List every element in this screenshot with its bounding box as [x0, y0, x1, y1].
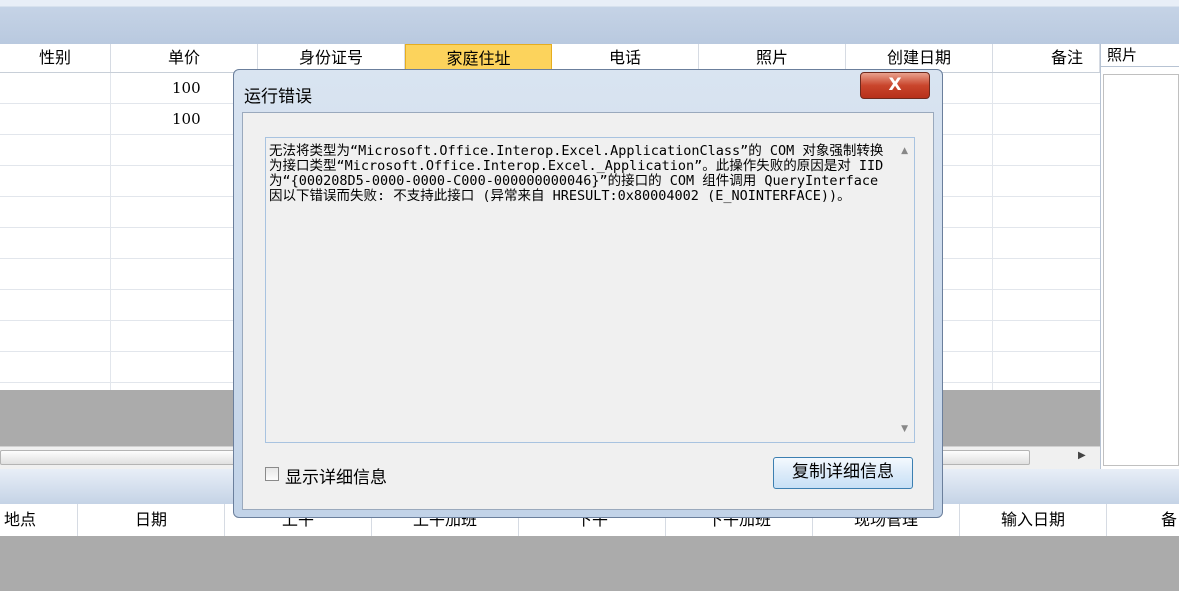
price-cell[interactable]: 100	[172, 110, 201, 128]
column-header-remarks[interactable]: 备注	[993, 44, 1100, 72]
toolbar-area	[0, 0, 1179, 44]
close-icon: X	[888, 75, 902, 95]
column-header-input-date[interactable]: 输入日期	[960, 504, 1107, 536]
photo-box	[1103, 74, 1179, 466]
column-header-price[interactable]: 单价	[111, 44, 258, 72]
column-header-remarks[interactable]: 备	[1107, 504, 1179, 536]
column-header-location[interactable]: 地点	[0, 504, 78, 536]
price-cell[interactable]: 100	[172, 79, 201, 97]
scroll-up-icon[interactable]: ▲	[901, 146, 908, 156]
column-header-date[interactable]: 日期	[78, 504, 225, 536]
bottom-grid-empty-area	[0, 536, 1179, 591]
photo-panel: 照片	[1100, 44, 1179, 469]
error-message-text: 无法将类型为“Microsoft.Office.Interop.Excel.Ap…	[269, 143, 892, 204]
column-header-created-date[interactable]: 创建日期	[846, 44, 993, 72]
column-header-photo[interactable]: 照片	[699, 44, 846, 72]
show-details-label[interactable]: 显示详细信息	[285, 463, 387, 488]
column-header-gender[interactable]: 性别	[0, 44, 111, 72]
dialog-client-area: 无法将类型为“Microsoft.Office.Interop.Excel.Ap…	[242, 112, 934, 510]
column-header-id-number[interactable]: 身份证号	[258, 44, 405, 72]
column-header-home-address[interactable]: 家庭住址	[405, 44, 552, 72]
close-button[interactable]: X	[860, 72, 930, 99]
copy-details-button[interactable]: 复制详细信息	[773, 457, 913, 489]
scroll-down-icon[interactable]: ▼	[901, 424, 908, 434]
error-dialog: 运行错误 X 无法将类型为“Microsoft.Office.Interop.E…	[233, 69, 943, 518]
show-details-checkbox[interactable]	[265, 467, 279, 481]
dialog-title: 运行错误	[244, 87, 312, 107]
error-message-textbox[interactable]: 无法将类型为“Microsoft.Office.Interop.Excel.Ap…	[265, 137, 915, 443]
scroll-right-icon[interactable]: ▶	[1078, 450, 1086, 461]
grid-column-divider	[992, 73, 993, 390]
column-header-phone[interactable]: 电话	[552, 44, 699, 72]
photo-panel-title: 照片	[1101, 44, 1179, 67]
grid-column-divider	[110, 73, 111, 390]
